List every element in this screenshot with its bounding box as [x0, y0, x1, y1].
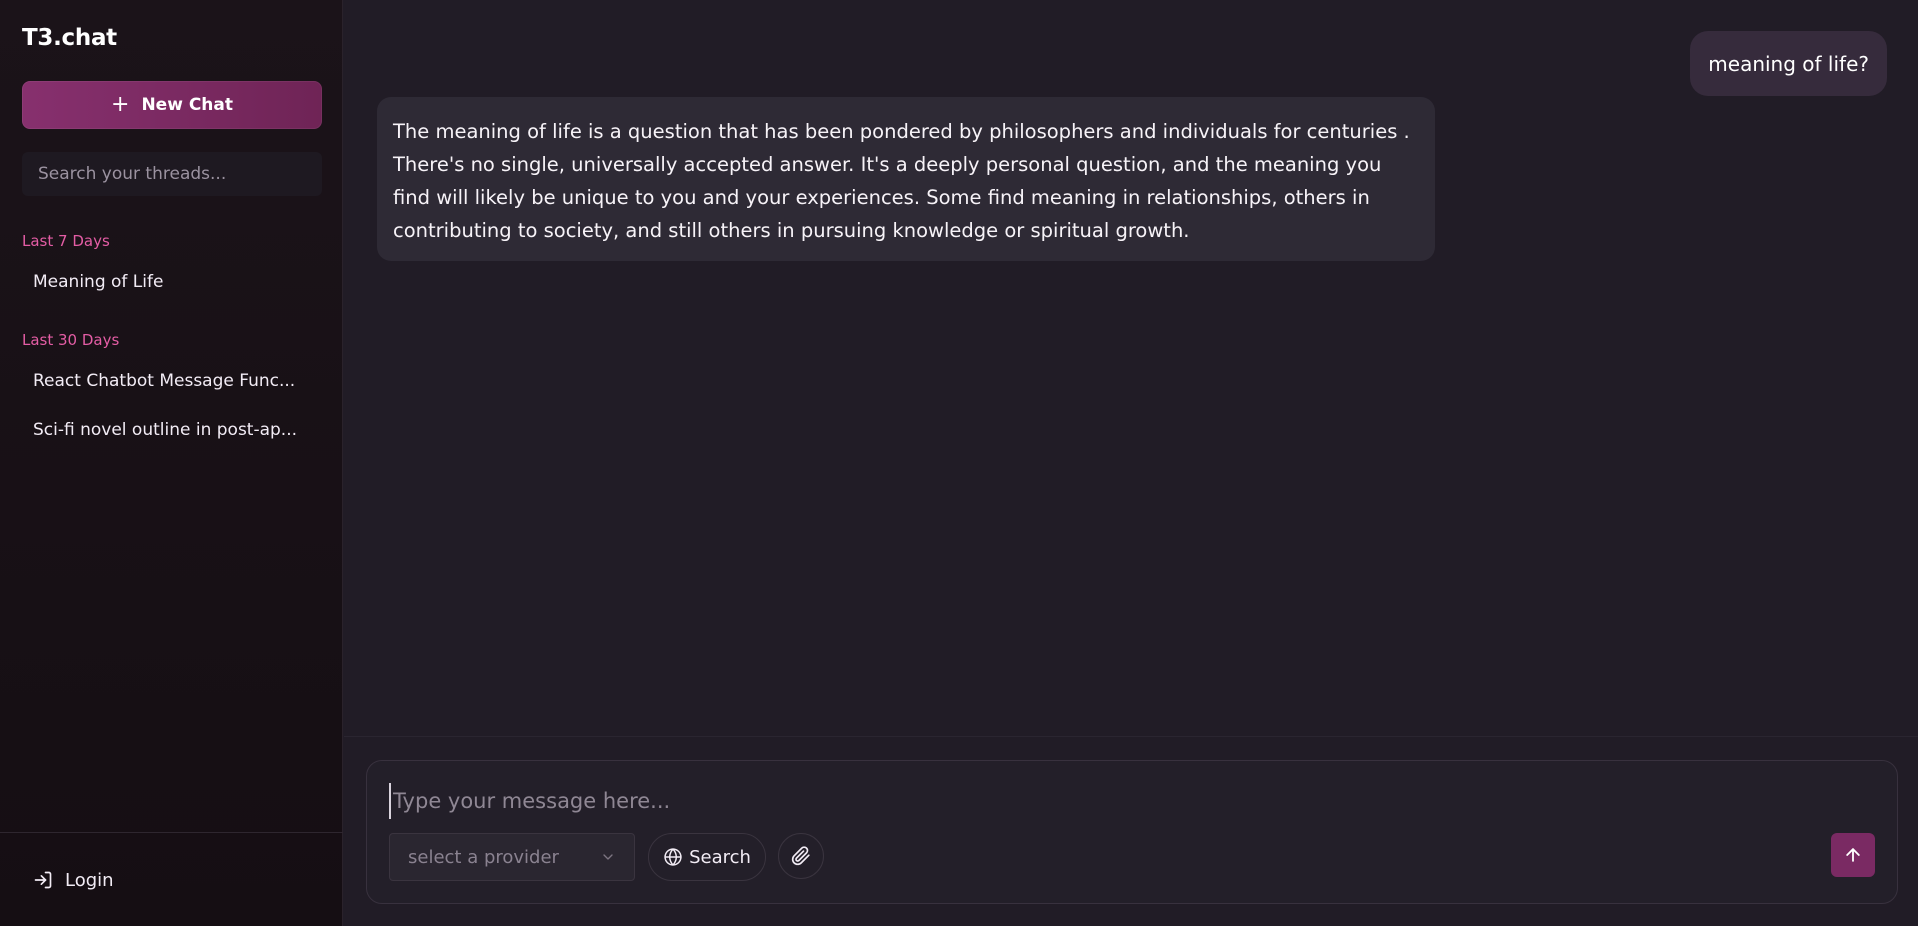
app-title: T3.chat — [22, 25, 117, 51]
new-chat-label: New Chat — [141, 95, 233, 115]
globe-icon — [663, 847, 683, 867]
search-toggle-label: Search — [689, 846, 751, 868]
search-threads-input[interactable] — [22, 152, 322, 196]
user-message: meaning of life? — [1690, 31, 1887, 96]
provider-select-value: select a provider — [408, 846, 559, 868]
assistant-message-text: The meaning of life is a question that h… — [393, 120, 1410, 242]
composer-divider — [344, 736, 1918, 737]
send-button[interactable] — [1831, 833, 1875, 877]
search-toggle-button[interactable]: Search — [648, 833, 766, 881]
login-label: Login — [65, 869, 114, 891]
new-chat-button[interactable]: + New Chat — [22, 81, 322, 129]
message-input[interactable] — [389, 783, 1869, 819]
user-message-text: meaning of life? — [1708, 51, 1869, 76]
arrow-up-icon — [1843, 845, 1863, 865]
assistant-message: The meaning of life is a question that h… — [377, 97, 1435, 261]
group-label-last-7-days: Last 7 Days — [22, 232, 110, 250]
login-button[interactable]: Login — [22, 860, 126, 900]
sidebar: T3.chat + New Chat Last 7 Days Meaning o… — [0, 0, 343, 926]
sidebar-divider — [0, 832, 343, 833]
chevron-down-icon — [600, 849, 616, 865]
thread-item[interactable]: React Chatbot Message Func... — [22, 361, 322, 401]
login-icon — [33, 870, 53, 890]
thread-item[interactable]: Meaning of Life — [22, 262, 322, 302]
paperclip-icon — [791, 846, 811, 866]
attach-button[interactable] — [778, 833, 824, 879]
group-label-last-30-days: Last 30 Days — [22, 331, 120, 349]
thread-item[interactable]: Sci-fi novel outline in post-ap... — [22, 410, 322, 450]
plus-icon: + — [111, 92, 130, 117]
message-composer: select a provider Search — [366, 760, 1898, 904]
provider-select[interactable]: select a provider — [389, 833, 635, 881]
